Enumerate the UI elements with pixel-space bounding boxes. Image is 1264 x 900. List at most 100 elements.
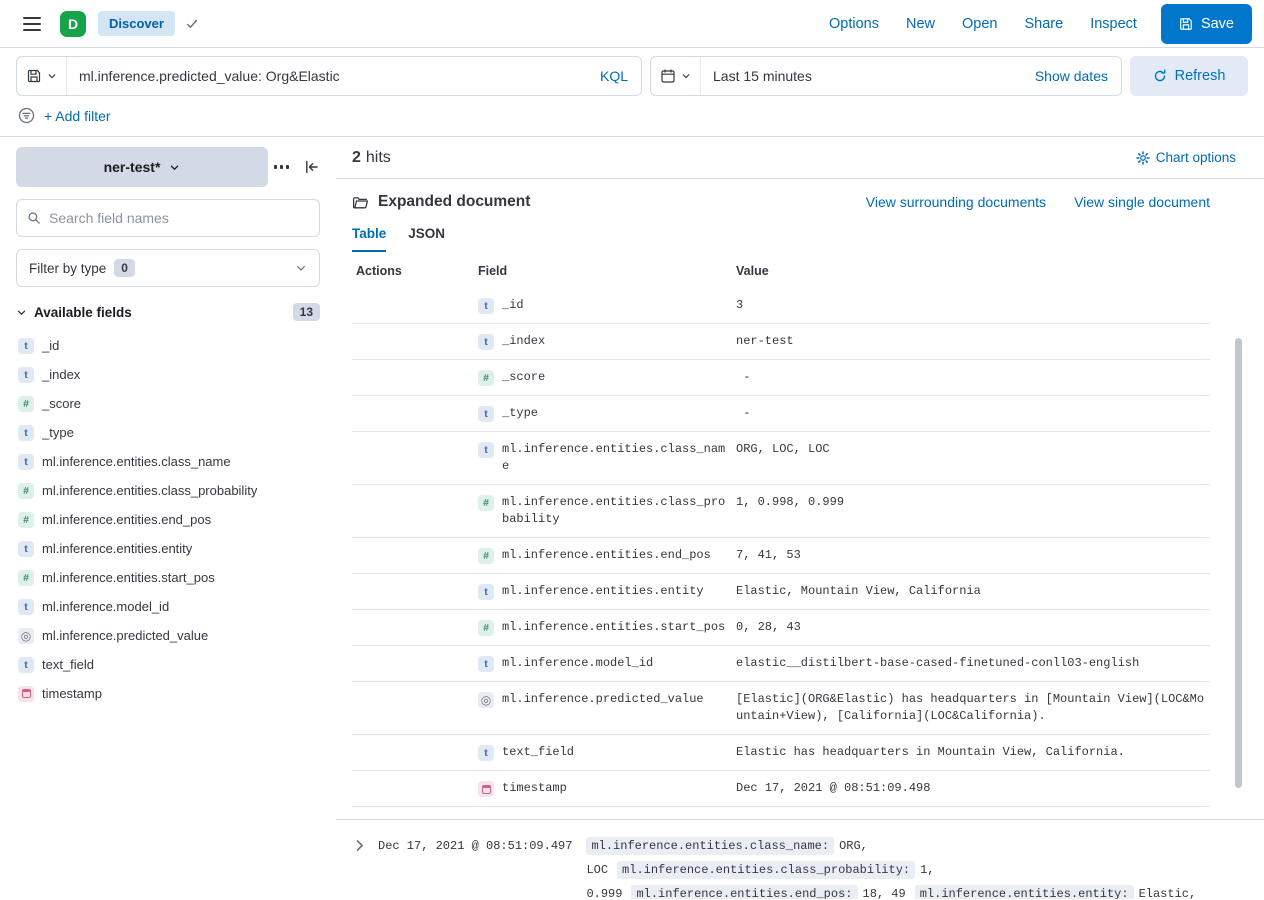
date-field-type-icon bbox=[478, 781, 494, 797]
row-field-cell: ◎ ml.inference.predicted_value bbox=[478, 691, 736, 725]
field-item-_type[interactable]: t_type bbox=[16, 418, 320, 447]
row-actions-cell[interactable] bbox=[352, 405, 478, 422]
row-actions-cell[interactable] bbox=[352, 744, 478, 761]
kql-button[interactable]: KQL bbox=[587, 68, 641, 84]
row-actions-cell[interactable] bbox=[352, 583, 478, 600]
row-actions-cell[interactable] bbox=[352, 619, 478, 636]
string-field-type-icon: t bbox=[478, 584, 494, 600]
index-pattern-switcher[interactable]: ner-test* bbox=[16, 147, 268, 187]
chevron-down-icon bbox=[16, 307, 27, 318]
expand-row-chevron-right-icon[interactable] bbox=[352, 838, 368, 853]
field-item-_score[interactable]: #_score bbox=[16, 389, 320, 418]
table-row: ttext_fieldElastic has headquarters in M… bbox=[352, 735, 1210, 771]
view-single-document-link[interactable]: View single document bbox=[1074, 194, 1210, 210]
row-field-cell: # ml.inference.entities.class_probability bbox=[478, 494, 736, 528]
show-dates-button[interactable]: Show dates bbox=[1022, 68, 1121, 84]
nav-new[interactable]: New bbox=[906, 16, 935, 32]
chevron-down-icon bbox=[681, 71, 691, 81]
available-fields-toggle[interactable]: Available fields 13 bbox=[16, 303, 320, 321]
filter-in-circle-icon[interactable] bbox=[18, 107, 35, 124]
field-item-text_field[interactable]: ttext_field bbox=[16, 650, 320, 679]
row-field-name: _score bbox=[502, 369, 545, 386]
row-actions-cell[interactable] bbox=[352, 691, 478, 725]
view-surrounding-documents-link[interactable]: View surrounding documents bbox=[866, 194, 1046, 210]
field-item-ml.inference.entities.class_probability[interactable]: #ml.inference.entities.class_probability bbox=[16, 476, 320, 505]
space-avatar[interactable]: D bbox=[60, 11, 86, 37]
field-item-ml.inference.model_id[interactable]: t ml.inference.model_id bbox=[16, 592, 320, 621]
field-label: ml.inference.model_id bbox=[42, 599, 169, 614]
doc-table-body: t_id3 t_indexner-test # _score - t_type - t… bbox=[352, 288, 1210, 807]
field-item-ml.inference.predicted_value[interactable]: ◎ml.inference.predicted_value bbox=[16, 621, 320, 650]
number-field-type-icon: # bbox=[18, 396, 34, 412]
row-actions-cell[interactable] bbox=[352, 547, 478, 564]
string-field-type-icon: t bbox=[18, 599, 34, 615]
field-item-_index[interactable]: t_index bbox=[16, 360, 320, 389]
refresh-button[interactable]: Refresh bbox=[1130, 56, 1248, 96]
calendar-glyph-icon bbox=[22, 689, 31, 698]
nav-open[interactable]: Open bbox=[962, 16, 997, 32]
string-field-type-icon: t bbox=[478, 334, 494, 350]
save-button[interactable]: Save bbox=[1161, 4, 1252, 44]
content-area: ner-test* Filter by type 0 Available bbox=[0, 137, 1264, 899]
string-field-type-icon: t bbox=[18, 541, 34, 557]
field-options-icon[interactable] bbox=[271, 162, 293, 172]
row-actions-cell[interactable] bbox=[352, 780, 478, 797]
string-field-type-icon: t bbox=[18, 657, 34, 673]
filter-by-type-dropdown[interactable]: Filter by type 0 bbox=[16, 249, 320, 287]
vertical-scrollbar[interactable] bbox=[1235, 338, 1242, 788]
date-picker-group: Last 15 minutes Show dates bbox=[650, 56, 1122, 96]
tab-table[interactable]: Table bbox=[352, 226, 386, 252]
menu-icon[interactable] bbox=[12, 4, 52, 44]
row-field-name: ml.inference.entities.class_probability bbox=[502, 494, 728, 528]
table-row: t_id3 bbox=[352, 288, 1210, 324]
row-actions-cell[interactable] bbox=[352, 655, 478, 672]
row-actions-cell[interactable] bbox=[352, 333, 478, 350]
doc-table-header: Actions Field Value bbox=[352, 252, 1210, 288]
field-item-timestamp[interactable]: timestamp bbox=[16, 679, 320, 708]
nav-options[interactable]: Options bbox=[829, 16, 879, 32]
add-filter-button[interactable]: + Add filter bbox=[44, 108, 111, 124]
other-field-type-icon: ◎ bbox=[478, 692, 494, 708]
row-field-value: ner-test bbox=[736, 333, 1210, 350]
field-item-_id[interactable]: t_id bbox=[16, 331, 320, 360]
field-item-ml.inference.entities.entity[interactable]: tml.inference.entities.entity bbox=[16, 534, 320, 563]
field-item-ml.inference.entities.end_pos[interactable]: #ml.inference.entities.end_pos bbox=[16, 505, 320, 534]
nav-share[interactable]: Share bbox=[1024, 16, 1063, 32]
string-field-type-icon: t bbox=[478, 298, 494, 314]
row-field-cell: t_index bbox=[478, 333, 736, 350]
saved-query-menu-button[interactable] bbox=[17, 57, 67, 95]
collapse-sidebar-icon[interactable] bbox=[304, 159, 320, 175]
row-field-name: ml.inference.predicted_value bbox=[502, 691, 704, 708]
row-actions-cell[interactable] bbox=[352, 369, 478, 386]
number-field-type-icon: # bbox=[478, 620, 494, 636]
field-item-ml.inference.entities.start_pos[interactable]: #ml.inference.entities.start_pos bbox=[16, 563, 320, 592]
string-field-type-icon: t bbox=[478, 442, 494, 458]
table-row: tml.inference.entities.entityElastic, Mo… bbox=[352, 574, 1210, 610]
folder-open-icon bbox=[352, 194, 369, 211]
row-field-value: - bbox=[736, 369, 1210, 386]
time-range-button[interactable]: Last 15 minutes bbox=[701, 68, 824, 84]
breadcrumb[interactable]: Discover bbox=[98, 11, 175, 36]
row-field-value: [Elastic](ORG&Elastic) has headquarters … bbox=[736, 691, 1210, 725]
table-row: # ml.inference.entities.class_probability… bbox=[352, 485, 1210, 538]
tab-json[interactable]: JSON bbox=[408, 226, 445, 252]
row-field-value: elastic__distilbert-base-cased-finetuned… bbox=[736, 655, 1210, 672]
field-search-input[interactable] bbox=[49, 210, 309, 226]
calendar-icon bbox=[660, 68, 676, 84]
query-input[interactable] bbox=[67, 68, 587, 84]
row-actions-cell[interactable] bbox=[352, 494, 478, 528]
table-row: timestampDec 17, 2021 @ 08:51:09.498 bbox=[352, 771, 1210, 807]
row-field-value: - bbox=[736, 405, 1210, 422]
number-field-type-icon: # bbox=[478, 495, 494, 511]
row-field-cell: t_type bbox=[478, 405, 736, 422]
doc-summary[interactable]: ml.inference.entities.class_name:ORG, LO… bbox=[586, 834, 1210, 899]
row-actions-cell[interactable] bbox=[352, 441, 478, 475]
date-quick-menu-button[interactable] bbox=[651, 57, 701, 95]
chart-options-button[interactable]: Chart options bbox=[1136, 150, 1236, 165]
row-actions-cell[interactable] bbox=[352, 297, 478, 314]
field-item-ml.inference.entities.class_name[interactable]: tml.inference.entities.class_name bbox=[16, 447, 320, 476]
string-field-type-icon: t bbox=[18, 338, 34, 354]
nav-inspect[interactable]: Inspect bbox=[1090, 16, 1137, 32]
table-row: tml.inference.entities.class_nameORG, LO… bbox=[352, 432, 1210, 485]
number-field-type-icon: # bbox=[18, 512, 34, 528]
